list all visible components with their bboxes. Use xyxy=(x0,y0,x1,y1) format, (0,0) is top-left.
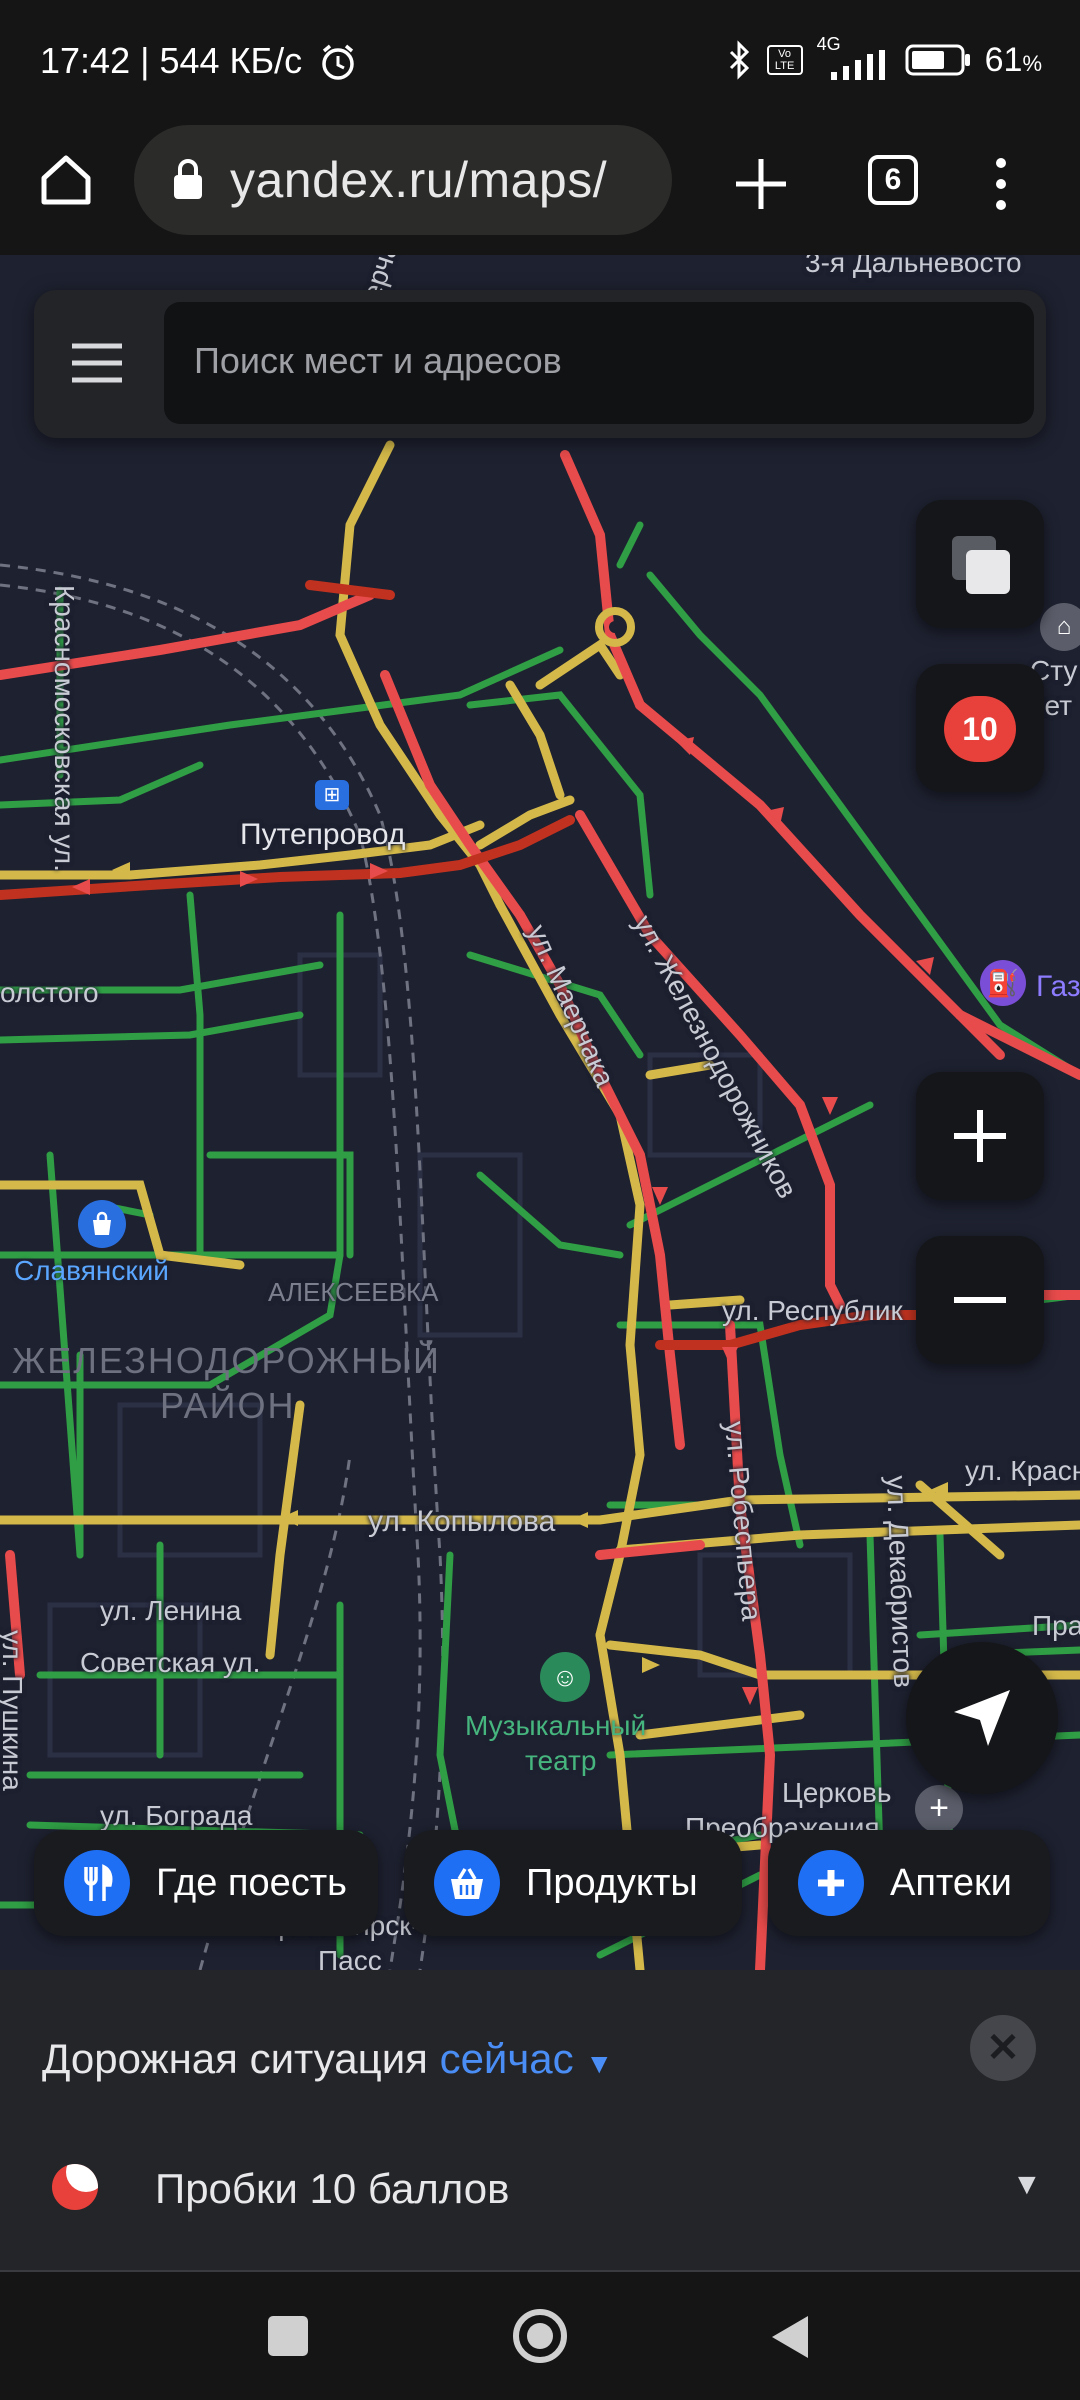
gas-station-icon[interactable]: ⛽ xyxy=(980,960,1026,1006)
traffic-level-icon xyxy=(52,2164,98,2210)
map-label-church: Церковь xyxy=(782,1777,892,1808)
locate-me-button[interactable] xyxy=(906,1642,1058,1794)
lock-icon xyxy=(174,159,202,199)
search-placeholder: Поиск мест и адресов xyxy=(194,340,562,381)
back-triangle-icon[interactable] xyxy=(768,2312,812,2362)
traffic-panel-title-text: Дорожная ситуация xyxy=(42,2035,428,2082)
navigation-arrow-icon xyxy=(954,1690,1010,1746)
map-label-respubliki: ул. Республик xyxy=(722,1295,903,1326)
map-label-krasn: ул. Красн xyxy=(965,1455,1080,1486)
traffic-panel xyxy=(0,1970,1080,2270)
map-label-krasnoyarsk-2: Пасс xyxy=(318,1945,382,1970)
map-label-kopylova: ул. Копылова xyxy=(368,1505,556,1538)
volte-badge: Vo LTE xyxy=(766,45,803,75)
close-icon[interactable]: ✕ xyxy=(970,2015,1036,2081)
layers-button[interactable] xyxy=(916,500,1044,628)
map-label-street: 3-я Дальневосто xyxy=(805,255,1022,278)
system-nav-bar xyxy=(0,2272,1080,2400)
search-bar: Поиск мест и адресов xyxy=(34,290,1046,438)
map-label-district-2: РАЙОН xyxy=(160,1385,296,1426)
new-tab-icon[interactable] xyxy=(730,153,792,215)
map-label-district: ЖЕЛЕЗНОДОРОЖНЫЙ xyxy=(12,1340,441,1381)
time-selector[interactable]: сейчас ▼ xyxy=(440,2035,613,2082)
url-bar[interactable]: yandex.ru/maps/ xyxy=(134,125,672,235)
chip-label: Аптеки xyxy=(890,1861,1012,1904)
theatre-mask-icon[interactable]: ☺ xyxy=(540,1652,590,1702)
zoom-in-button[interactable] xyxy=(916,1072,1044,1200)
home-icon[interactable] xyxy=(36,150,96,210)
battery-percent: 61% xyxy=(984,40,1042,79)
map-label-alekseevka: АЛЕКСЕЕВКА xyxy=(268,1277,439,1307)
traffic-panel-title: Дорожная ситуация сейчас ▼ xyxy=(42,2035,613,2083)
dropdown-triangle-icon: ▼ xyxy=(585,2048,614,2079)
map-label-slavyansky: Славянский xyxy=(14,1255,169,1286)
basket-icon xyxy=(434,1850,500,1916)
status-bar: 17:42 | 544 КБ/с Vo LTE 4G 61% xyxy=(0,0,1080,125)
layers-icon xyxy=(952,536,1010,594)
chip-pharmacies[interactable]: Аптеки xyxy=(768,1830,1050,1936)
map-label-sovetskaya: Советская ул. xyxy=(80,1647,261,1678)
status-time: 17:42 | 544 КБ/с xyxy=(40,40,303,81)
plus-icon xyxy=(954,1110,1006,1162)
map-label-puteprovod: Путепровод xyxy=(240,818,406,851)
search-input[interactable]: Поиск мест и адресов xyxy=(164,302,1034,424)
chip-where-to-eat[interactable]: Где поесть xyxy=(34,1830,378,1936)
chip-label: Где поесть xyxy=(156,1861,347,1904)
url-text: yandex.ru/maps/ xyxy=(230,152,608,208)
jam-level-label: Пробки 10 баллов xyxy=(155,2165,510,2212)
expand-chevron-icon[interactable]: ▼ xyxy=(1012,2168,1042,2202)
map-label-pravi: Прави xyxy=(1032,1610,1080,1641)
pharmacy-cross-icon xyxy=(798,1850,864,1916)
chip-label: Продукты xyxy=(526,1861,698,1904)
map-label-theatre: Музыкальный xyxy=(465,1710,647,1741)
map-label-lenina: ул. Ленина xyxy=(100,1595,242,1626)
fork-knife-icon xyxy=(64,1850,130,1916)
zoom-out-button[interactable] xyxy=(916,1236,1044,1364)
map-label-gas: Газ xyxy=(1036,970,1080,1003)
tabs-icon[interactable]: 6 xyxy=(868,155,918,205)
more-icon[interactable] xyxy=(986,153,1016,215)
alarm-icon xyxy=(322,44,354,80)
recents-icon[interactable] xyxy=(268,2316,308,2356)
battery-icon xyxy=(905,44,970,76)
church-cross-icon[interactable]: + xyxy=(915,1785,963,1833)
minus-icon xyxy=(954,1297,1006,1303)
shopping-bag-icon[interactable] xyxy=(78,1200,126,1248)
map-label-krasnomoskovskaya: Красномосковская ул. xyxy=(49,585,80,872)
signal-icon: 4G xyxy=(817,34,891,80)
tram-stop-icon[interactable]: ⊞ xyxy=(315,780,349,810)
traffic-score-badge: 10 xyxy=(944,696,1016,762)
traffic-button[interactable]: 10 xyxy=(916,664,1044,792)
university-icon[interactable]: ⌂ xyxy=(1040,603,1080,651)
chip-groceries[interactable]: Продукты xyxy=(404,1830,742,1936)
map-label-theatre-2: театр xyxy=(525,1745,597,1776)
status-right-group: Vo LTE 4G 61% xyxy=(727,34,1042,80)
bluetooth-icon xyxy=(729,40,749,80)
map-label-tolstogo: олстого xyxy=(0,977,99,1008)
home-circle-icon[interactable] xyxy=(510,2306,570,2366)
hamburger-menu-icon[interactable] xyxy=(70,338,124,388)
map-label-bograda: ул. Бограда xyxy=(100,1800,253,1831)
map-label-pushkina: ул. Пушкина xyxy=(0,1630,28,1791)
browser-toolbar: yandex.ru/maps/ 6 xyxy=(0,125,1080,255)
